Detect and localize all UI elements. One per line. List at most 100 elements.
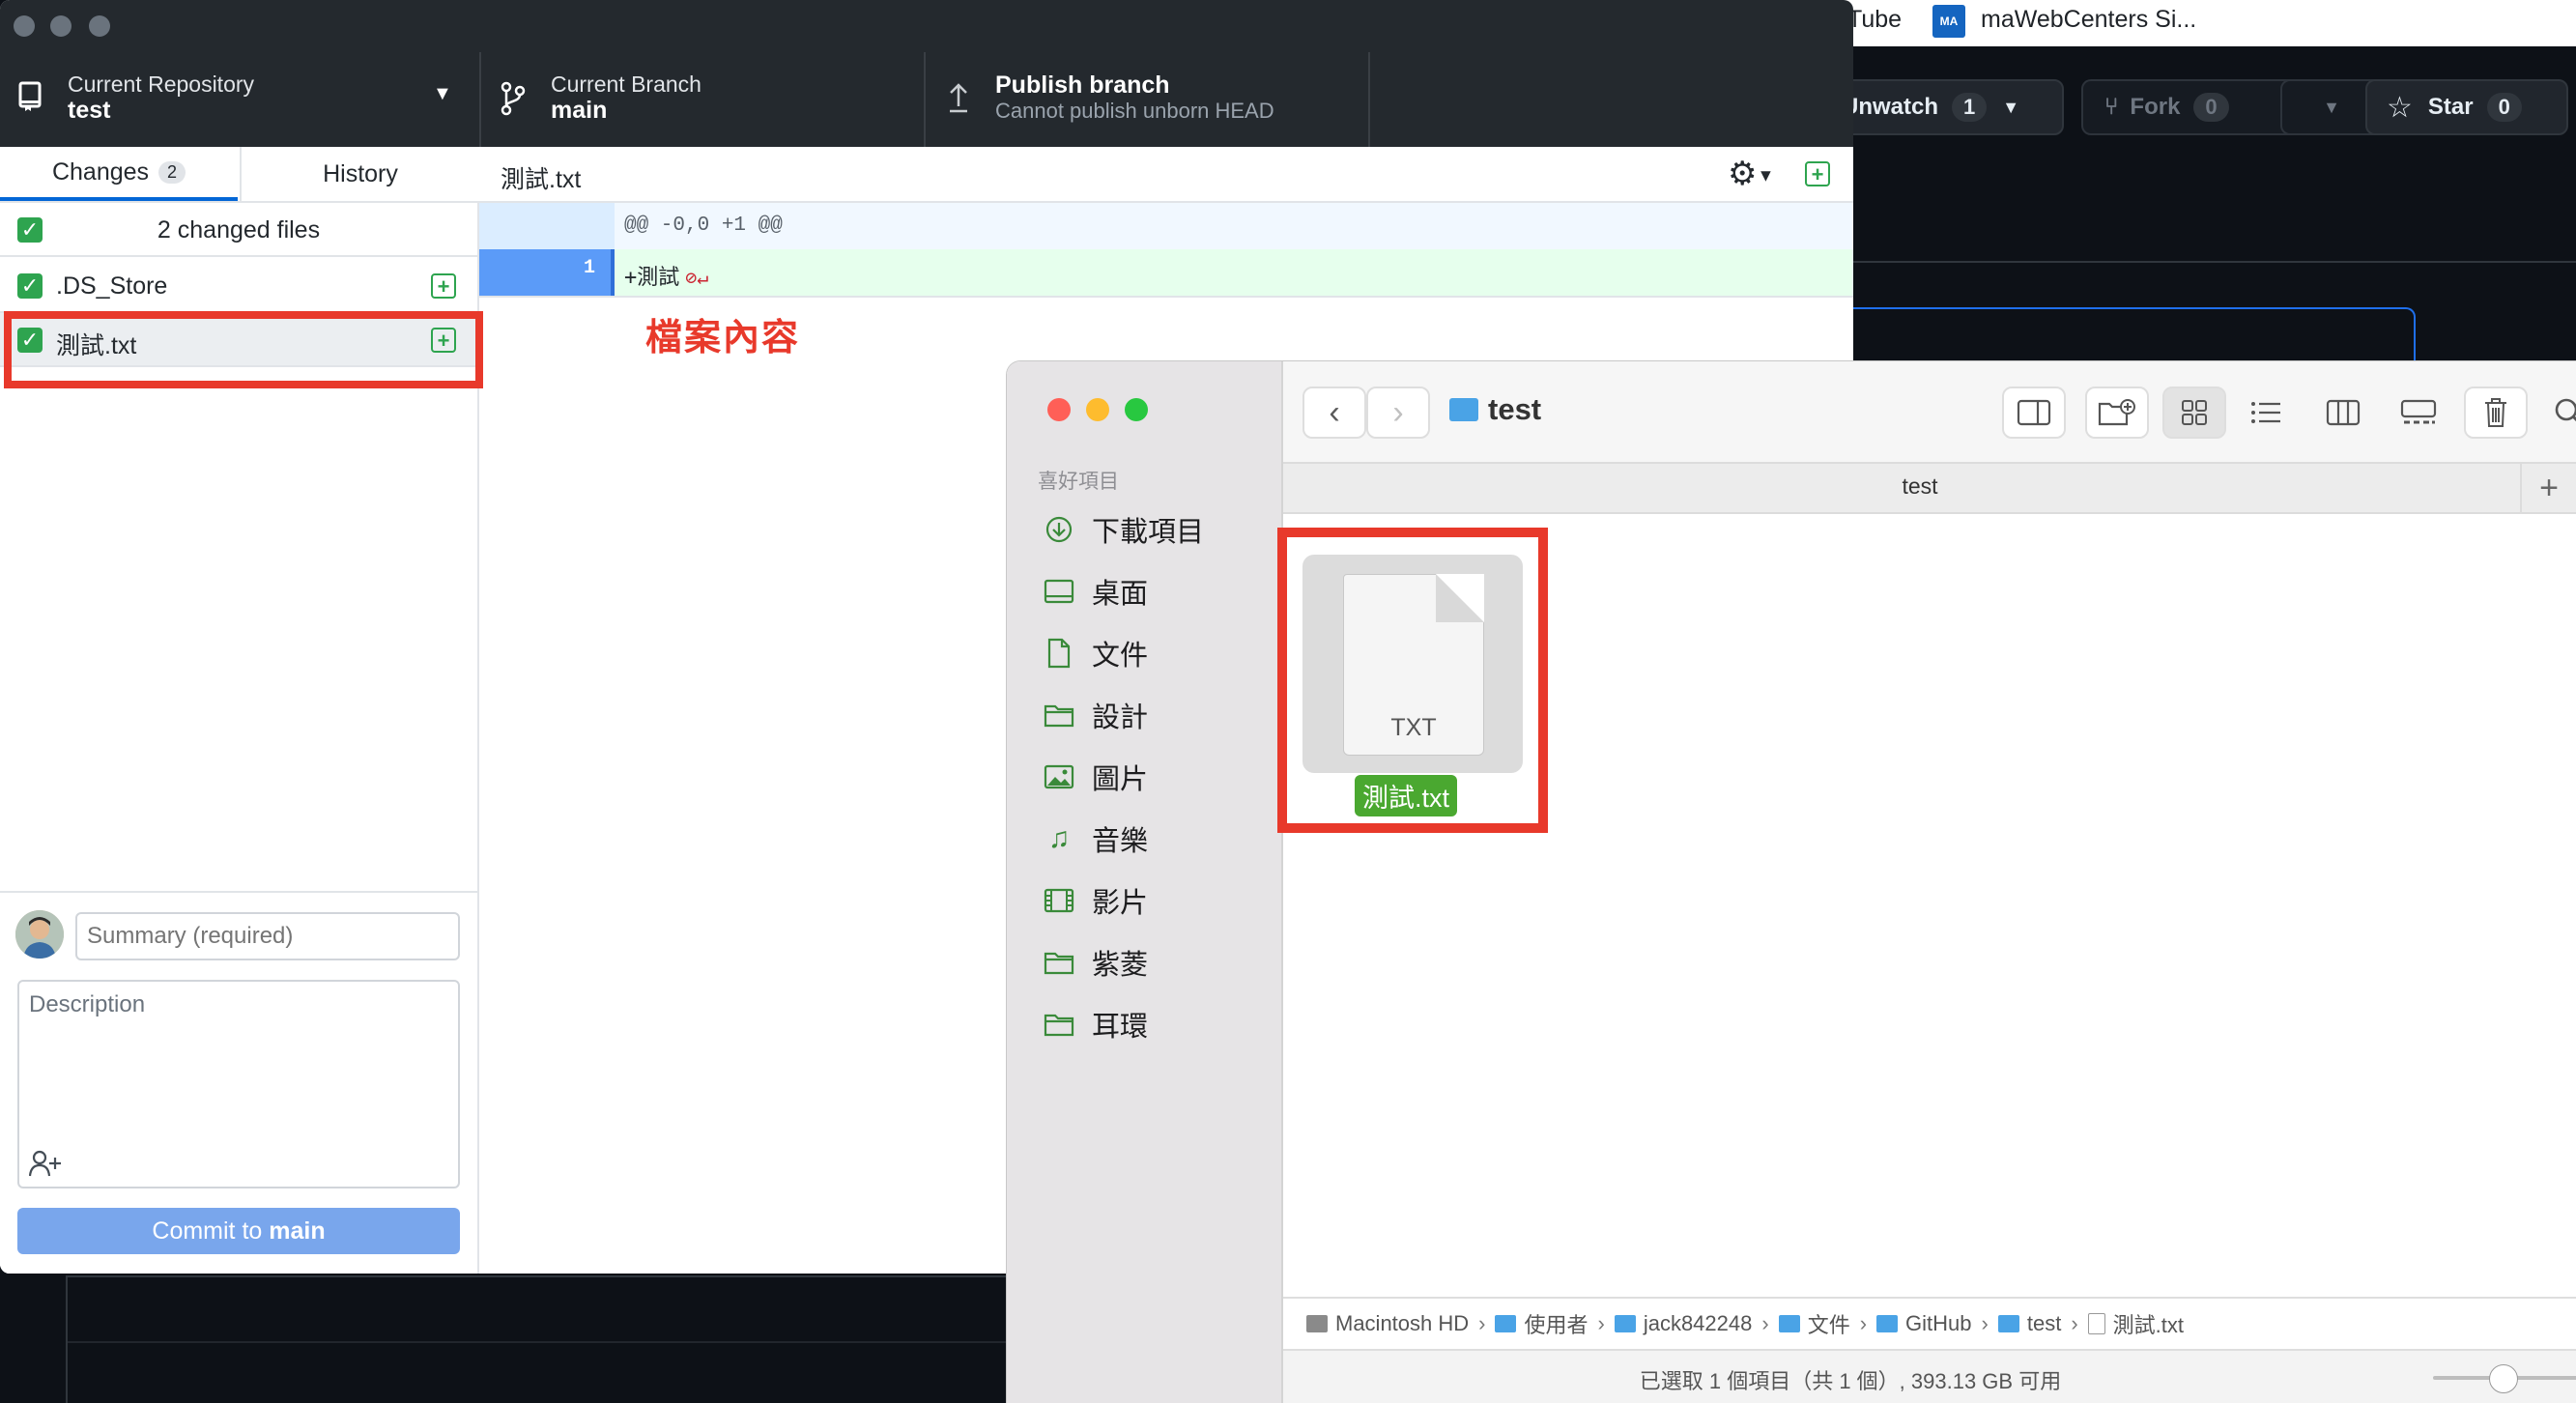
file-checkbox[interactable]: ✓ bbox=[17, 273, 43, 299]
bookmark-youtube[interactable]: Tube bbox=[1847, 6, 1902, 34]
crumb-label: 測試.txt bbox=[2112, 1313, 2184, 1337]
crumb-label: 使用者 bbox=[1524, 1313, 1589, 1337]
commit-button-prefix: Commit to bbox=[152, 1217, 270, 1245]
diff-header: 測試.txt ⚙▼ + bbox=[479, 147, 1853, 203]
path-crumb[interactable]: 文件 bbox=[1778, 1308, 1850, 1339]
list-view-button[interactable] bbox=[2234, 387, 2298, 439]
sidebar-item-downloads[interactable]: 下載項目 bbox=[1044, 506, 1275, 553]
chevron-down-icon[interactable]: ▼ bbox=[2002, 98, 2019, 118]
minimize-button[interactable] bbox=[50, 15, 72, 37]
forward-button[interactable]: › bbox=[1366, 387, 1430, 439]
favorites-header: 喜好項目 bbox=[1038, 471, 1119, 493]
branch-icon bbox=[501, 81, 526, 116]
commit-description-field[interactable]: Description bbox=[17, 980, 460, 1188]
gear-icon[interactable]: ⚙▼ bbox=[1728, 155, 1774, 193]
close-button[interactable] bbox=[1047, 398, 1071, 421]
folder-icon bbox=[1044, 1009, 1074, 1040]
zoom-button[interactable] bbox=[89, 15, 110, 37]
new-tab-button[interactable]: + bbox=[2520, 464, 2576, 512]
crumb-label: test bbox=[2026, 1311, 2062, 1335]
sidebar-item-movies[interactable]: 影片 bbox=[1044, 877, 1275, 924]
folder-icon bbox=[1449, 398, 1478, 421]
sidebar-item-documents[interactable]: 文件 bbox=[1044, 630, 1275, 676]
annotation-highlight-box bbox=[1277, 528, 1548, 833]
file-name: .DS_Store bbox=[56, 272, 168, 300]
trash-icon[interactable] bbox=[2464, 387, 2528, 439]
sidebar-item-label: 影片 bbox=[1092, 888, 1149, 919]
folder-icon bbox=[1997, 1315, 2019, 1332]
window-title: test bbox=[1449, 392, 1541, 427]
unwatch-button[interactable]: Unwatch 1 ▼ bbox=[1817, 79, 2064, 135]
fork-button[interactable]: ⑂ Fork 0 bbox=[2081, 79, 2298, 135]
document-icon bbox=[1044, 638, 1074, 669]
tab-title[interactable]: test bbox=[1283, 473, 2557, 500]
path-crumb[interactable]: 使用者 bbox=[1495, 1308, 1589, 1339]
sidebar-item-label: 設計 bbox=[1092, 702, 1149, 733]
sidebar-item-label: 圖片 bbox=[1092, 764, 1149, 795]
sidebar-item-music[interactable]: ♫ 音樂 bbox=[1044, 816, 1275, 862]
diff-gutter-separator bbox=[611, 249, 615, 296]
chevron-right-icon: › bbox=[1478, 1311, 1486, 1335]
document-icon bbox=[2087, 1313, 2105, 1334]
changes-count-badge: 2 bbox=[158, 160, 186, 184]
icon-view-button[interactable] bbox=[2162, 387, 2226, 439]
status-text: 已選取 1 個項目（共 1 個）, 393.13 GB 可用 bbox=[1639, 1369, 2062, 1393]
select-all-row[interactable]: ✓ 2 changed files bbox=[0, 203, 477, 257]
slider-thumb[interactable] bbox=[2489, 1364, 2518, 1393]
publish-branch-button[interactable]: Publish branch Cannot publish unborn HEA… bbox=[926, 52, 1370, 147]
tab-history-label: History bbox=[323, 159, 398, 187]
sidebar-item-desktop[interactable]: 桌面 bbox=[1044, 568, 1275, 615]
folder-icon bbox=[1778, 1315, 1800, 1332]
branch-name: main bbox=[551, 97, 608, 124]
zoom-button[interactable] bbox=[1125, 398, 1148, 421]
crumb-label: Macintosh HD bbox=[1335, 1311, 1470, 1335]
divider bbox=[66, 1275, 68, 1403]
folder-icon bbox=[1044, 947, 1074, 978]
download-icon bbox=[1044, 514, 1074, 545]
path-crumb[interactable]: test bbox=[1997, 1311, 2062, 1336]
path-crumb[interactable]: Macintosh HD bbox=[1306, 1311, 1469, 1336]
chevron-down-icon: ▼ bbox=[2323, 97, 2340, 117]
path-crumb[interactable]: GitHub bbox=[1876, 1311, 1972, 1336]
star-count: 0 bbox=[2486, 93, 2522, 122]
repo-label: Current Repository bbox=[68, 72, 255, 97]
folder-icon bbox=[1876, 1315, 1899, 1332]
column-view-button[interactable] bbox=[2311, 387, 2375, 439]
path-crumb[interactable]: jack842248 bbox=[1614, 1311, 1752, 1336]
home-folder-icon bbox=[1614, 1315, 1636, 1332]
star-icon: ☆ bbox=[2387, 91, 2413, 124]
new-folder-icon[interactable] bbox=[2085, 387, 2149, 439]
added-line-text: +測試 ⊘↵ bbox=[624, 260, 708, 291]
sidebar-item-folder[interactable]: 耳環 bbox=[1044, 1001, 1275, 1047]
commit-button[interactable]: Commit to main bbox=[17, 1208, 460, 1254]
commit-summary-input[interactable] bbox=[75, 912, 460, 960]
current-branch-button[interactable]: Current Branch main bbox=[481, 52, 926, 147]
finder-sidebar: 喜好項目 下載項目 桌面 文件 設計 圖片 ♫ 音樂 影片 紫菱 耳環 bbox=[1007, 361, 1283, 1403]
path-crumb[interactable]: 測試.txt bbox=[2087, 1308, 2184, 1339]
sidebar-item-pictures[interactable]: 圖片 bbox=[1044, 754, 1275, 800]
search-icon[interactable] bbox=[2537, 387, 2576, 439]
star-button[interactable]: ☆ Star 0 bbox=[2365, 79, 2568, 135]
diff-added-line[interactable]: 1 +測試 ⊘↵ bbox=[479, 249, 1853, 296]
gallery-view-button[interactable] bbox=[2387, 387, 2450, 439]
bookmark-mawebcenters[interactable]: maWebCenters Si... bbox=[1981, 6, 2196, 34]
folder-name: test bbox=[1488, 392, 1542, 426]
sidebar-item-folder[interactable]: 紫菱 bbox=[1044, 939, 1275, 986]
file-row[interactable]: ✓ .DS_Store + bbox=[0, 259, 477, 313]
sidebar-item-label: 桌面 bbox=[1092, 579, 1149, 610]
diff-hunk-header: @@ -0,0 +1 @@ bbox=[479, 203, 1853, 249]
description-placeholder: Description bbox=[29, 991, 146, 1017]
sidebar-item-label: 紫菱 bbox=[1092, 950, 1149, 981]
sidebar-item-design[interactable]: 設計 bbox=[1044, 692, 1275, 738]
sidebar-toggle-icon[interactable] bbox=[2002, 387, 2066, 439]
current-repository-button[interactable]: Current Repository test ▼ bbox=[0, 52, 481, 147]
tab-changes[interactable]: Changes 2 bbox=[0, 147, 238, 201]
close-button[interactable] bbox=[14, 15, 35, 37]
github-content-box bbox=[1836, 307, 2416, 367]
minimize-button[interactable] bbox=[1086, 398, 1109, 421]
repo-name: test bbox=[68, 97, 111, 124]
finder-window: 喜好項目 下載項目 桌面 文件 設計 圖片 ♫ 音樂 影片 紫菱 耳環 ‹ › … bbox=[1007, 361, 2576, 1403]
back-button[interactable]: ‹ bbox=[1302, 387, 1366, 439]
add-coauthor-icon[interactable] bbox=[29, 1150, 62, 1177]
tab-history[interactable]: History bbox=[240, 147, 479, 201]
